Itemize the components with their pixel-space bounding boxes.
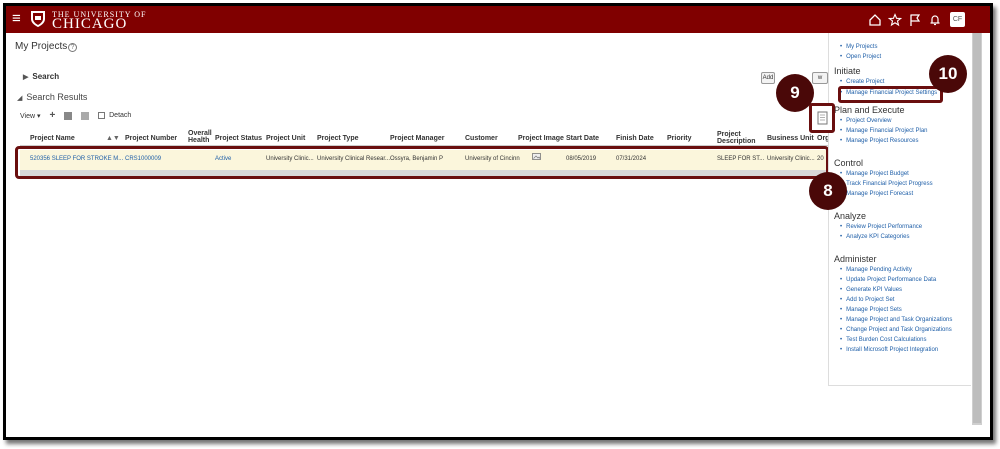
screenshot-frame: ≡ THE UNIVERSITY OF CHICAGO CF My Projec…	[3, 3, 993, 440]
link-install-microsoft-project-integration[interactable]: Install Microsoft Project Integration	[840, 347, 938, 353]
university-shield-icon	[31, 11, 45, 27]
col-project-status[interactable]: Project Status	[215, 135, 262, 142]
work-button[interactable]: w Wo	[812, 72, 828, 84]
search-results-label: Search Results	[26, 92, 88, 102]
results-toolbar: View ▾ + Detach	[20, 110, 138, 122]
link-track-financial-project-progress[interactable]: Track Financial Project Progress	[840, 181, 932, 187]
section-analyze: Analyze	[834, 211, 867, 221]
link-create-project[interactable]: Create Project	[840, 79, 884, 85]
global-header: ≡ THE UNIVERSITY OF CHICAGO CF	[6, 6, 990, 33]
search-section-toggle[interactable]: ▶ Search	[23, 72, 59, 81]
callout-badge-8: 8	[809, 172, 847, 210]
bell-icon[interactable]	[928, 13, 942, 27]
col-project-description[interactable]: Project Description	[717, 131, 759, 145]
link-add-to-project-set[interactable]: Add to Project Set	[840, 297, 894, 303]
col-project-name[interactable]: Project Name	[30, 135, 75, 142]
section-initiate: Initiate	[834, 66, 861, 76]
col-project-type[interactable]: Project Type	[317, 135, 359, 142]
search-results-toggle[interactable]: ◢ Search Results	[17, 92, 87, 102]
sort-icon[interactable]: ▲▼	[106, 135, 120, 142]
link-manage-project-forecast[interactable]: Manage Project Forecast	[840, 191, 913, 197]
detach-label[interactable]: Detach	[109, 112, 131, 119]
view-menu[interactable]: View ▾	[20, 112, 41, 120]
col-project-manager[interactable]: Project Manager	[390, 135, 444, 142]
col-project-unit[interactable]: Project Unit	[266, 135, 305, 142]
tasks-document-icon[interactable]	[817, 111, 828, 125]
link-change-project-task-organizations[interactable]: Change Project and Task Organizations	[840, 327, 952, 333]
col-priority[interactable]: Priority	[667, 135, 692, 142]
col-customer[interactable]: Customer	[465, 135, 498, 142]
save-icon[interactable]	[64, 111, 73, 120]
section-control: Control	[834, 158, 864, 168]
link-review-project-performance[interactable]: Review Project Performance	[840, 224, 922, 230]
university-name-large: CHICAGO	[52, 16, 128, 32]
link-generate-kpi-values[interactable]: Generate KPI Values	[840, 287, 902, 293]
user-avatar[interactable]: CF	[950, 12, 965, 27]
star-icon[interactable]	[888, 13, 902, 27]
col-overall-health[interactable]: Overall Health	[188, 130, 212, 144]
callout-badge-9: 9	[776, 74, 814, 112]
link-manage-pending-activity[interactable]: Manage Pending Activity	[840, 267, 912, 273]
page-title: My Projects	[15, 41, 68, 52]
col-finish-date[interactable]: Finish Date	[616, 135, 654, 142]
detach-icon[interactable]	[98, 112, 106, 119]
col-start-date[interactable]: Start Date	[566, 135, 599, 142]
freeze-icon[interactable]	[81, 111, 90, 120]
expand-triangle-icon: ▶	[23, 74, 29, 81]
help-icon[interactable]: ?	[68, 43, 77, 52]
menu-icon[interactable]: ≡	[12, 11, 21, 26]
collapse-triangle-icon: ◢	[17, 95, 23, 102]
search-section-label: Search	[32, 72, 60, 81]
tasks-icon-highlight	[809, 103, 835, 133]
link-open-project[interactable]: Open Project	[840, 54, 881, 60]
link-manage-financial-project-plan[interactable]: Manage Financial Project Plan	[840, 128, 927, 134]
link-manage-project-resources[interactable]: Manage Project Resources	[840, 138, 918, 144]
link-project-overview[interactable]: Project Overview	[840, 118, 891, 124]
link-manage-project-sets[interactable]: Manage Project Sets	[840, 307, 902, 313]
col-project-image[interactable]: Project Image	[518, 135, 564, 142]
add-row-icon[interactable]: +	[49, 110, 55, 121]
flag-icon[interactable]	[908, 13, 922, 27]
link-manage-project-task-organizations[interactable]: Manage Project and Task Organizations	[840, 317, 952, 323]
panel-scrollbar-thumb[interactable]	[973, 33, 981, 423]
link-analyze-kpi-categories[interactable]: Analyze KPI Categories	[840, 234, 909, 240]
link-manage-project-budget[interactable]: Manage Project Budget	[840, 171, 909, 177]
col-project-number[interactable]: Project Number	[125, 135, 177, 142]
callout-badge-10: 10	[929, 55, 967, 93]
add-button[interactable]: Add	[761, 72, 775, 84]
home-icon[interactable]	[868, 13, 882, 27]
row-highlight-box	[15, 146, 829, 179]
section-plan-and-execute: Plan and Execute	[834, 105, 905, 115]
link-test-burden-cost-calculations[interactable]: Test Burden Cost Calculations	[840, 337, 926, 343]
settings-link-highlight	[838, 86, 943, 103]
link-update-project-performance-data[interactable]: Update Project Performance Data	[840, 277, 936, 283]
link-my-projects[interactable]: My Projects	[840, 44, 877, 50]
col-business-unit[interactable]: Business Unit	[767, 135, 814, 142]
section-administer: Administer	[834, 254, 877, 264]
